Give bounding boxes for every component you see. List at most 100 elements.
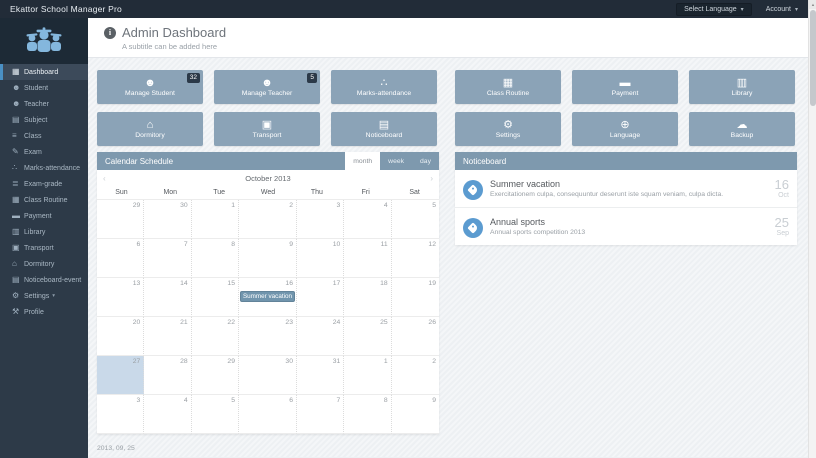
- tile-label: Transport: [253, 132, 282, 139]
- calendar-cell[interactable]: 12: [392, 239, 439, 278]
- calendar-cell[interactable]: 1: [192, 200, 239, 239]
- calendar-cell[interactable]: 14: [144, 278, 191, 317]
- calendar-cell[interactable]: 20: [97, 317, 144, 356]
- calendar-cell[interactable]: 22: [192, 317, 239, 356]
- vertical-scrollbar[interactable]: ▲: [808, 0, 816, 458]
- calendar-cell[interactable]: 9: [392, 395, 439, 434]
- calendar-cell[interactable]: 10: [297, 239, 344, 278]
- sidebar-item-label: Library: [24, 229, 45, 236]
- tile-backup[interactable]: ☁Backup: [689, 112, 795, 146]
- calendar-cell[interactable]: 3: [97, 395, 144, 434]
- select-language-button[interactable]: Select Language ▾: [676, 3, 752, 16]
- calendar-cell[interactable]: 11: [344, 239, 391, 278]
- calendar-cell[interactable]: 5: [392, 200, 439, 239]
- sidebar-item-library[interactable]: ▥Library: [0, 224, 88, 240]
- calendar-cell[interactable]: 2: [392, 356, 439, 395]
- calendar-cell[interactable]: 28: [144, 356, 191, 395]
- transport-icon: ▣: [12, 244, 24, 252]
- calendar-date-number: 8: [384, 397, 388, 404]
- sidebar-item-transport[interactable]: ▣Transport: [0, 240, 88, 256]
- tile-manage-teacher[interactable]: 5☻Manage Teacher: [214, 70, 320, 104]
- calendar-cell[interactable]: 27: [97, 356, 144, 395]
- backup-icon: ☁: [737, 120, 748, 131]
- calendar-cell[interactable]: 1: [344, 356, 391, 395]
- calendar-month-nav: ‹ October 2013 ›: [97, 170, 439, 186]
- calendar-cell[interactable]: 16Summer vacation: [239, 278, 297, 317]
- notice-item[interactable]: Annual sportsAnnual sports competition 2…: [455, 208, 797, 245]
- sidebar-item-payment[interactable]: ▬Payment: [0, 208, 88, 224]
- sidebar-item-class-routine[interactable]: ▦Class Routine: [0, 192, 88, 208]
- calendar-cell[interactable]: 29: [97, 200, 144, 239]
- notice-item[interactable]: Summer vacationExercitationem culpa, con…: [455, 170, 797, 208]
- scrollbar-thumb[interactable]: [810, 10, 816, 106]
- sidebar-item-noticeboard-event[interactable]: ▤Noticeboard-event: [0, 272, 88, 288]
- calendar-cell[interactable]: 25: [344, 317, 391, 356]
- calendar-cell[interactable]: 17: [297, 278, 344, 317]
- calendar-cell[interactable]: 8: [344, 395, 391, 434]
- calendar-cell[interactable]: 4: [344, 200, 391, 239]
- sidebar-item-student[interactable]: ☻Student: [0, 80, 88, 96]
- tile-noticeboard[interactable]: ▤Noticeboard: [331, 112, 437, 146]
- scroll-up-icon[interactable]: ▲: [809, 0, 816, 9]
- tile-payment[interactable]: ▬Payment: [572, 70, 678, 104]
- calendar-cell[interactable]: 21: [144, 317, 191, 356]
- dormitory-icon: ⌂: [147, 120, 154, 131]
- sidebar-item-teacher[interactable]: ☻Teacher: [0, 96, 88, 112]
- calendar-cell[interactable]: 13: [97, 278, 144, 317]
- teacher-icon: ☻: [12, 100, 24, 108]
- tile-marks-attendance[interactable]: ∴Marks-attendance: [331, 70, 437, 104]
- tile-class-routine[interactable]: ▦Class Routine: [455, 70, 561, 104]
- sidebar-item-dashboard[interactable]: ▦Dashboard: [0, 64, 88, 80]
- calendar-cell[interactable]: 15: [192, 278, 239, 317]
- sidebar-item-dormitory[interactable]: ⌂Dormitory: [0, 256, 88, 272]
- tile-transport[interactable]: ▣Transport: [214, 112, 320, 146]
- sidebar-item-label: Payment: [24, 213, 52, 220]
- calendar-date-number: 19: [428, 280, 436, 287]
- calendar-event-badge[interactable]: Summer vacation: [240, 291, 295, 302]
- prev-month-icon[interactable]: ‹: [103, 174, 106, 183]
- calendar-cell[interactable]: 5: [192, 395, 239, 434]
- tile-label: Manage Student: [125, 90, 175, 97]
- calendar-cell[interactable]: 6: [97, 239, 144, 278]
- calendar-cell[interactable]: 9: [239, 239, 297, 278]
- topbar-actions: Select Language ▾ Account ▾: [676, 3, 816, 16]
- student-icon: ☻: [144, 78, 156, 89]
- calendar-cell[interactable]: 8: [192, 239, 239, 278]
- sidebar-item-class[interactable]: ≡Class: [0, 128, 88, 144]
- calendar-cell[interactable]: 6: [239, 395, 297, 434]
- calendar-date-number: 10: [333, 241, 341, 248]
- view-day-button[interactable]: day: [412, 152, 439, 170]
- calendar-day-headers: SunMonTueWedThuFriSat: [97, 186, 439, 199]
- tile-library[interactable]: ▥Library: [689, 70, 795, 104]
- calendar-cell[interactable]: 2: [239, 200, 297, 239]
- sidebar-item-exam[interactable]: ✎Exam: [0, 144, 88, 160]
- sidebar-item-marks-attendance[interactable]: ∴Marks-attendance: [0, 160, 88, 176]
- tile-language[interactable]: ⊕Language: [572, 112, 678, 146]
- calendar-cell[interactable]: 19: [392, 278, 439, 317]
- sidebar-item-profile[interactable]: ⚒Profile: [0, 304, 88, 320]
- calendar-cell[interactable]: 29: [192, 356, 239, 395]
- calendar-cell[interactable]: 4: [144, 395, 191, 434]
- account-button[interactable]: Account ▾: [766, 6, 798, 13]
- calendar-cell[interactable]: 24: [297, 317, 344, 356]
- sidebar-item-exam-grade[interactable]: ≣Exam-grade: [0, 176, 88, 192]
- calendar-cell[interactable]: 7: [297, 395, 344, 434]
- tile-manage-student[interactable]: 32☻Manage Student: [97, 70, 203, 104]
- calendar-cell[interactable]: 30: [239, 356, 297, 395]
- next-month-icon[interactable]: ›: [430, 174, 433, 183]
- view-week-button[interactable]: week: [380, 152, 412, 170]
- calendar-cell[interactable]: 31: [297, 356, 344, 395]
- view-month-button[interactable]: month: [345, 152, 380, 170]
- calendar-grid: 293012345678910111213141516Summer vacati…: [97, 199, 439, 434]
- calendar-cell[interactable]: 30: [144, 200, 191, 239]
- calendar-date-number: 18: [380, 280, 388, 287]
- calendar-cell[interactable]: 23: [239, 317, 297, 356]
- calendar-cell[interactable]: 3: [297, 200, 344, 239]
- calendar-cell[interactable]: 18: [344, 278, 391, 317]
- sidebar-item-subject[interactable]: ▤Subject: [0, 112, 88, 128]
- tile-settings[interactable]: ⚙Settings: [455, 112, 561, 146]
- calendar-cell[interactable]: 7: [144, 239, 191, 278]
- tile-dormitory[interactable]: ⌂Dormitory: [97, 112, 203, 146]
- calendar-cell[interactable]: 26: [392, 317, 439, 356]
- sidebar-item-settings[interactable]: ⚙Settings▾: [0, 288, 88, 304]
